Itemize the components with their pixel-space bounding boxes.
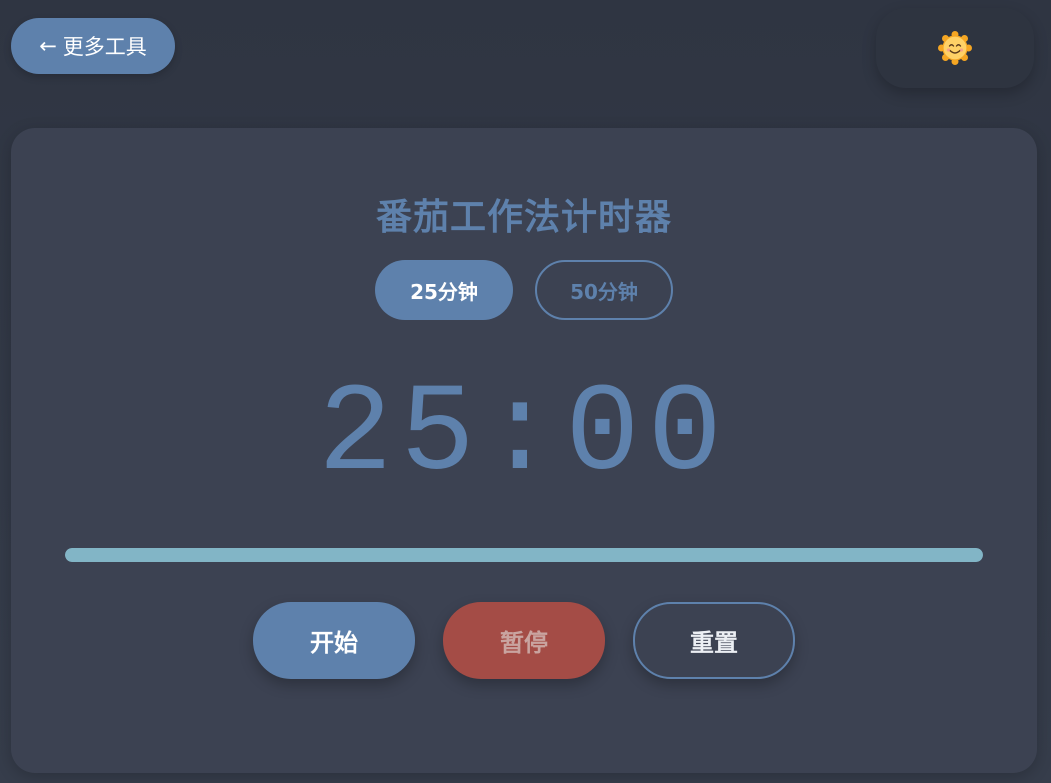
page-title: 番茄工作法计时器 <box>375 197 672 238</box>
mode-25-min-button[interactable]: 25分钟 <box>375 260 513 320</box>
left-arrow-icon: ← <box>39 34 57 58</box>
sun-smiley-icon <box>938 31 972 65</box>
back-to-more-tools-button[interactable]: ← 更多工具 <box>11 18 175 74</box>
reset-button[interactable]: 重置 <box>633 602 795 679</box>
back-button-label: 更多工具 <box>62 35 147 59</box>
duration-mode-selector: 25分钟 50分钟 <box>11 260 1037 320</box>
pause-button[interactable]: 暂停 <box>443 602 605 679</box>
timer-display: 25:00 <box>317 366 731 506</box>
start-button[interactable]: 开始 <box>253 602 415 679</box>
progress-bar <box>65 548 983 562</box>
timer-controls: 开始 暂停 重置 <box>11 602 1037 679</box>
mode-50-min-button[interactable]: 50分钟 <box>535 260 673 320</box>
theme-toggle-button[interactable] <box>876 8 1034 88</box>
pomodoro-card: 番茄工作法计时器 25分钟 50分钟 25:00 开始 暂停 重置 <box>11 128 1037 773</box>
progress-bar-fill <box>65 548 983 562</box>
